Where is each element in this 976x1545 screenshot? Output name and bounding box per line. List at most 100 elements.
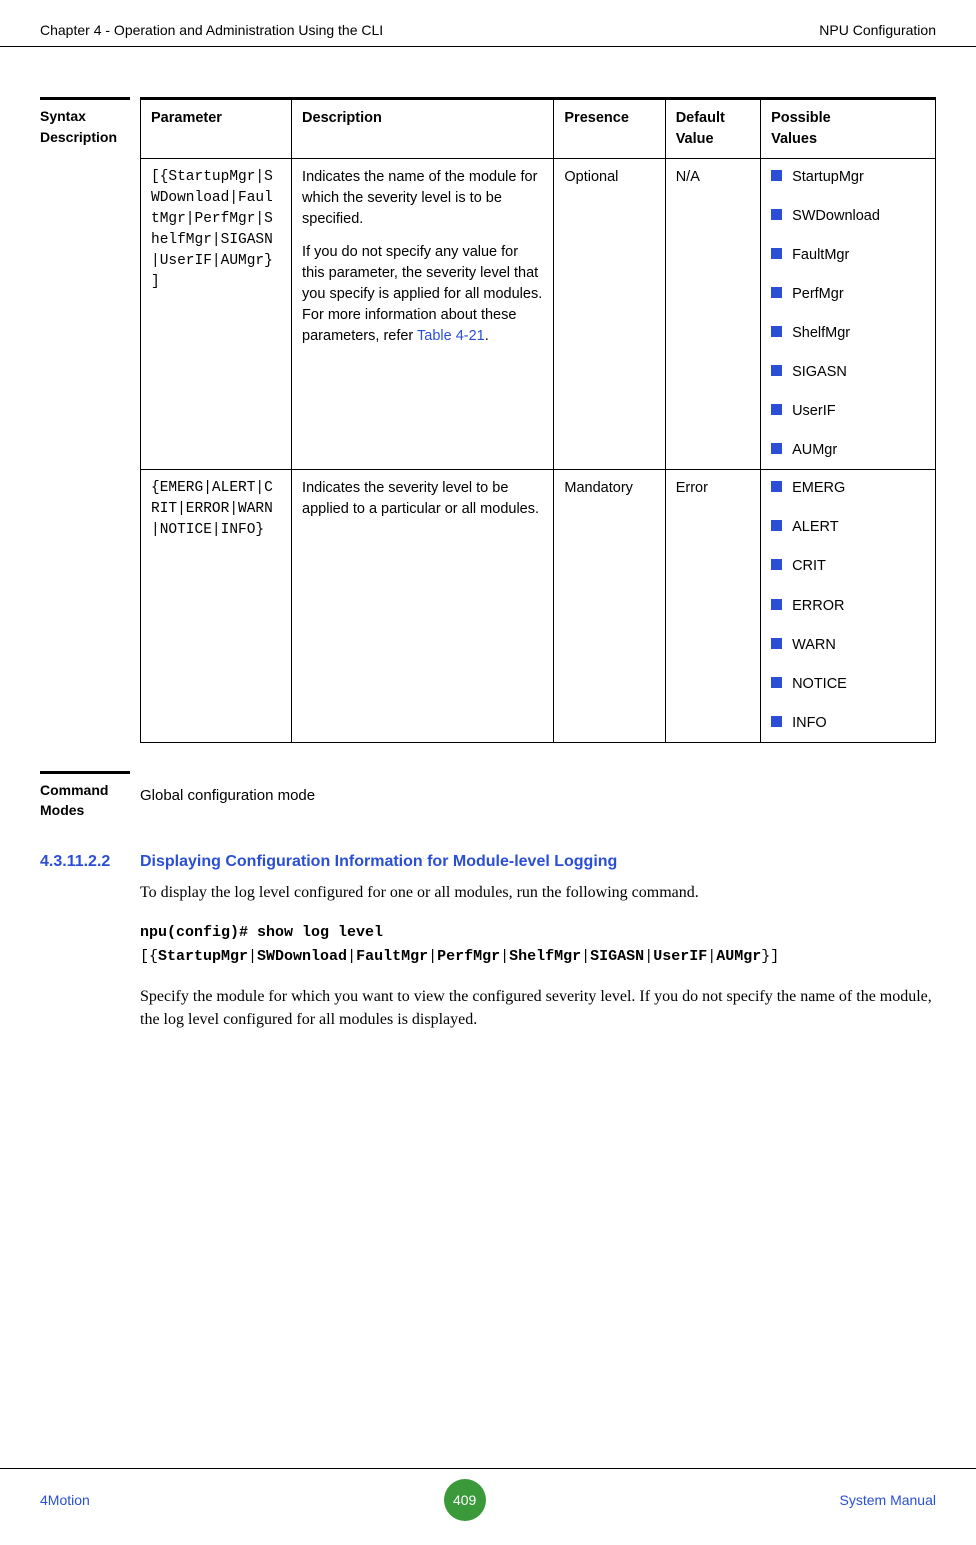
cmd-close: }]	[761, 948, 779, 965]
value-text: UserIF	[792, 401, 836, 422]
values-list: StartupMgr SWDownload FaultMgr PerfMgr S…	[771, 167, 925, 461]
cmd-opt: SIGASN	[590, 948, 644, 965]
list-item: WARN	[771, 635, 925, 656]
command-modes-value: Global configuration mode	[140, 771, 936, 821]
desc-para-1: Indicates the severity level to be appli…	[302, 478, 543, 520]
values-list: EMERG ALERT CRIT ERROR WARN NOTICE INFO	[771, 478, 925, 733]
bullet-icon	[771, 287, 782, 298]
value-text: FaultMgr	[792, 245, 849, 266]
bullet-icon	[771, 209, 782, 220]
col-presence: Presence	[554, 99, 665, 159]
list-item: ShelfMgr	[771, 323, 925, 344]
value-text: StartupMgr	[792, 167, 864, 188]
after-paragraph: Specify the module for which you want to…	[140, 985, 936, 1031]
table-row: [{StartupMgr|SWDownload|FaultMgr|PerfMgr…	[141, 159, 936, 470]
header-right: NPU Configuration	[819, 20, 936, 40]
cmd-open: [{	[140, 948, 158, 965]
bullet-icon	[771, 520, 782, 531]
list-item: CRIT	[771, 556, 925, 577]
cmd-opt: FaultMgr	[356, 948, 428, 965]
list-item: NOTICE	[771, 674, 925, 695]
header-left: Chapter 4 - Operation and Administration…	[40, 20, 383, 40]
list-item: EMERG	[771, 478, 925, 499]
syntax-label-line2: Description	[40, 127, 130, 147]
list-item: SWDownload	[771, 206, 925, 227]
list-item: StartupMgr	[771, 167, 925, 188]
col-parameter: Parameter	[141, 99, 292, 159]
cmd-opt: ShelfMgr	[509, 948, 581, 965]
cmdmodes-label-line1: Command	[40, 780, 130, 800]
col-possible-l1: Possible	[771, 110, 831, 126]
bullet-icon	[771, 716, 782, 727]
value-text: ALERT	[792, 517, 838, 538]
list-item: PerfMgr	[771, 284, 925, 305]
value-text: ERROR	[792, 596, 844, 617]
cell-possible-values: EMERG ALERT CRIT ERROR WARN NOTICE INFO	[761, 470, 936, 742]
page-content: Syntax Description Parameter Description…	[0, 97, 976, 1047]
value-text: EMERG	[792, 478, 845, 499]
bullet-icon	[771, 248, 782, 259]
bullet-icon	[771, 170, 782, 181]
label-rule	[40, 771, 130, 774]
section-content: To display the log level configured for …	[140, 881, 936, 1047]
table-row: {EMERG|ALERT|CRIT|ERROR|WARN|NOTICE|INFO…	[141, 470, 936, 742]
syntax-description-block: Syntax Description Parameter Description…	[40, 97, 936, 742]
command-modes-label: Command Modes	[40, 771, 140, 821]
label-rule	[40, 97, 130, 100]
bullet-icon	[771, 559, 782, 570]
page-number: 409	[444, 1479, 486, 1521]
value-text: INFO	[792, 713, 827, 734]
section-title: Displaying Configuration Information for…	[140, 850, 617, 873]
col-default-l1: Default	[676, 110, 725, 126]
page-header: Chapter 4 - Operation and Administration…	[0, 0, 976, 47]
desc-para-2: If you do not specify any value for this…	[302, 242, 543, 347]
bullet-icon	[771, 404, 782, 415]
cmd-opt: StartupMgr	[158, 948, 248, 965]
page-footer: 4Motion 409 System Manual	[0, 1468, 976, 1521]
cell-default: N/A	[665, 159, 760, 470]
col-default-l2: Value	[676, 131, 714, 147]
cell-presence: Optional	[554, 159, 665, 470]
bullet-icon	[771, 365, 782, 376]
value-text: PerfMgr	[792, 284, 844, 305]
cell-parameter: {EMERG|ALERT|CRIT|ERROR|WARN|NOTICE|INFO…	[141, 470, 292, 742]
list-item: AUMgr	[771, 440, 925, 461]
cell-possible-values: StartupMgr SWDownload FaultMgr PerfMgr S…	[761, 159, 936, 470]
cmd-prefix: npu(config)# show log level	[140, 924, 383, 941]
desc-para-2b: .	[485, 328, 489, 344]
list-item: FaultMgr	[771, 245, 925, 266]
bullet-icon	[771, 326, 782, 337]
bullet-icon	[771, 599, 782, 610]
value-text: CRIT	[792, 556, 826, 577]
section-number: 4.3.11.2.2	[40, 850, 140, 873]
desc-para-1: Indicates the name of the module for whi…	[302, 167, 543, 230]
bullet-icon	[771, 443, 782, 454]
list-item: SIGASN	[771, 362, 925, 383]
list-item: INFO	[771, 713, 925, 734]
footer-left[interactable]: 4Motion	[40, 1490, 90, 1510]
section-heading: 4.3.11.2.2 Displaying Configuration Info…	[40, 850, 936, 873]
value-text: WARN	[792, 635, 836, 656]
footer-right[interactable]: System Manual	[840, 1490, 936, 1510]
cell-parameter: [{StartupMgr|SWDownload|FaultMgr|PerfMgr…	[141, 159, 292, 470]
cell-description: Indicates the name of the module for whi…	[292, 159, 554, 470]
cmdmodes-label-line2: Modes	[40, 800, 130, 820]
bullet-icon	[771, 638, 782, 649]
syntax-table: Parameter Description Presence Default V…	[140, 97, 936, 742]
value-text: ShelfMgr	[792, 323, 850, 344]
cell-default: Error	[665, 470, 760, 742]
col-possible-l2: Values	[771, 131, 817, 147]
cell-description: Indicates the severity level to be appli…	[292, 470, 554, 742]
section-body: To display the log level configured for …	[40, 881, 936, 1047]
section-gutter	[40, 881, 140, 1047]
cell-presence: Mandatory	[554, 470, 665, 742]
col-possible-values: Possible Values	[761, 99, 936, 159]
list-item: ERROR	[771, 596, 925, 617]
cmd-opt: SWDownload	[257, 948, 347, 965]
syntax-label-line1: Syntax	[40, 106, 130, 126]
table-header-row: Parameter Description Presence Default V…	[141, 99, 936, 159]
col-default-value: Default Value	[665, 99, 760, 159]
cmd-opt: AUMgr	[716, 948, 761, 965]
syntax-table-wrapper: Parameter Description Presence Default V…	[140, 97, 936, 742]
table-link[interactable]: Table 4-21	[417, 328, 485, 344]
